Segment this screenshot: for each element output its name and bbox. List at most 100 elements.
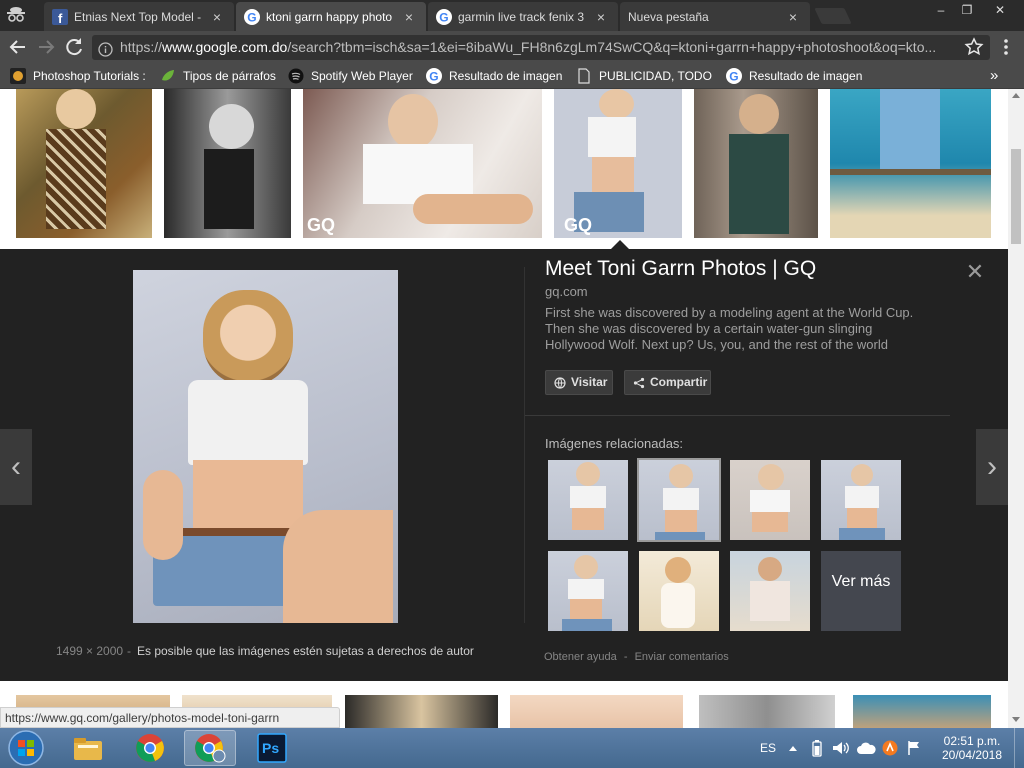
footer-separator: - (623, 651, 628, 663)
image-result[interactable]: GQ (303, 89, 542, 238)
preview-image[interactable] (133, 270, 398, 623)
image-result[interactable] (699, 695, 835, 728)
share-button[interactable]: Compartir (624, 370, 711, 395)
more-bookmarks-button[interactable]: » (990, 67, 1004, 85)
show-desktop-button[interactable] (1014, 728, 1024, 768)
image-result[interactable] (164, 89, 291, 238)
windows-taskbar: Ps ES 02:51 p.m. 20/04/2018 (0, 728, 1024, 768)
avast-icon[interactable] (882, 728, 898, 768)
bookmark-label: Photoshop Tutorials : (33, 69, 146, 83)
image-result[interactable] (510, 695, 683, 728)
new-tab-button[interactable] (814, 8, 852, 24)
related-image[interactable] (639, 551, 719, 631)
bookmark-star-icon[interactable] (962, 35, 986, 59)
tab-etnias[interactable]: f Etnias Next Top Model - × (44, 2, 234, 31)
svg-text:G: G (247, 10, 256, 24)
bookmark-label: PUBLICIDAD, TODO S (599, 69, 712, 83)
close-preview-button[interactable]: ✕ (962, 259, 988, 285)
related-image[interactable] (548, 551, 628, 631)
scrollbar-thumb[interactable] (1011, 149, 1021, 244)
browser-toolbar: https://www.google.com.do/search?tbm=isc… (0, 31, 1024, 63)
menu-icon[interactable] (994, 35, 1018, 59)
address-bar[interactable]: https://www.google.com.do/search?tbm=isc… (92, 35, 990, 60)
page-scrollbar[interactable] (1008, 89, 1024, 728)
bookmark-tipos-de-parrafos[interactable]: Tipos de párrafos (160, 67, 280, 85)
tab-garmin[interactable]: G garmin live track fenix 3 × (428, 2, 618, 31)
bookmark-label: Resultado de imagen (749, 69, 862, 83)
tab-title: Nueva pestaña (628, 9, 709, 24)
google-icon: G (436, 8, 452, 25)
related-image[interactable] (730, 460, 810, 540)
battery-icon[interactable] (810, 728, 824, 768)
vertical-divider (524, 267, 525, 623)
bookmark-spotify[interactable]: Spotify Web Player (288, 67, 418, 85)
scroll-up-arrow[interactable] (1012, 93, 1020, 98)
show-hidden-icons-button[interactable] (788, 728, 798, 768)
window-close-button[interactable]: ✕ (980, 2, 1020, 18)
previous-image-button[interactable]: ‹ (0, 429, 32, 505)
globe-icon (554, 376, 566, 389)
clock[interactable]: 02:51 p.m. 20/04/2018 (932, 728, 1012, 768)
bookmark-photoshop-tutorials[interactable]: Photoshop Tutorials : (10, 67, 150, 85)
image-result-selected[interactable]: GQ (554, 89, 682, 238)
minimize-button[interactable]: – (928, 2, 954, 18)
tab-title: Etnias Next Top Model - (74, 9, 202, 24)
bookmark-resultado-de-imagen-1[interactable]: G Resultado de imagen (426, 67, 562, 85)
image-result[interactable] (694, 89, 818, 238)
svg-text:G: G (729, 70, 738, 84)
spotify-icon (288, 68, 304, 84)
status-bar-url: https://www.gq.com/gallery/photos-model-… (0, 707, 340, 728)
tab-new-tab[interactable]: Nueva pestaña × (620, 2, 810, 31)
url-host: www.google.com.do (162, 39, 288, 55)
image-result[interactable] (345, 695, 498, 728)
related-image[interactable] (821, 460, 901, 540)
bookmark-publicidad[interactable]: PUBLICIDAD, TODO S (576, 67, 712, 85)
feedback-link[interactable]: Enviar comentarios (635, 651, 729, 663)
restore-button[interactable]: ❐ (954, 2, 980, 18)
gq-watermark: GQ (564, 215, 593, 235)
photoshop-icon[interactable]: Ps (246, 730, 298, 766)
related-image[interactable] (730, 551, 810, 631)
see-more-button[interactable]: Ver más (821, 551, 901, 631)
chrome-profile-icon[interactable] (184, 730, 236, 766)
image-result[interactable] (853, 695, 991, 728)
volume-icon[interactable] (832, 728, 850, 768)
tab-ktoni-garrn[interactable]: G ktoni garrn happy photo × (236, 2, 426, 31)
bookmark-label: Spotify Web Player (311, 69, 413, 83)
photoshop-label: Ps (262, 740, 280, 756)
related-image-selected[interactable] (637, 458, 721, 542)
next-image-button[interactable]: › (976, 429, 1008, 505)
bookmark-resultado-de-imagen-2[interactable]: G Resultado de imagen (726, 67, 862, 85)
start-button[interactable] (4, 729, 48, 767)
related-image[interactable] (548, 460, 628, 540)
image-result[interactable] (830, 89, 991, 238)
help-link[interactable]: Obtener ayuda (544, 651, 617, 663)
close-icon[interactable]: × (594, 9, 608, 25)
facebook-icon: f (52, 8, 68, 25)
svg-text:G: G (439, 10, 448, 24)
url-path: /search?tbm=isch&sa=1&ei=8ibaWu_FH8n6zgL… (287, 39, 937, 55)
google-icon: G (426, 68, 442, 84)
preview-title[interactable]: Meet Toni Garrn Photos | GQ (545, 257, 816, 281)
close-icon[interactable]: × (210, 9, 224, 25)
preview-domain[interactable]: gq.com (545, 284, 588, 299)
onedrive-cloud-icon[interactable] (856, 728, 876, 768)
chrome-icon[interactable] (124, 730, 176, 766)
action-center-flag-icon[interactable] (906, 728, 922, 768)
reload-button[interactable] (62, 35, 86, 59)
gq-watermark: GQ (307, 215, 336, 235)
bookmark-label: Resultado de imagen (449, 69, 562, 83)
search-results-page: GQ GQ ‹ › Meet Toni Garrn Photos | GQ gq… (0, 89, 1008, 728)
language-indicator[interactable]: ES (760, 728, 776, 768)
forward-button[interactable] (34, 35, 58, 59)
close-icon[interactable]: × (786, 9, 800, 25)
info-icon[interactable] (98, 40, 113, 57)
visit-button[interactable]: Visitar (545, 370, 613, 395)
back-button[interactable] (6, 35, 30, 59)
bookmark-label: Tipos de párrafos (183, 69, 276, 83)
file-explorer-icon[interactable] (62, 730, 114, 766)
close-icon[interactable]: × (402, 9, 416, 25)
scroll-down-arrow[interactable] (1012, 717, 1020, 722)
image-result[interactable] (16, 89, 152, 238)
google-icon: G (244, 8, 260, 25)
